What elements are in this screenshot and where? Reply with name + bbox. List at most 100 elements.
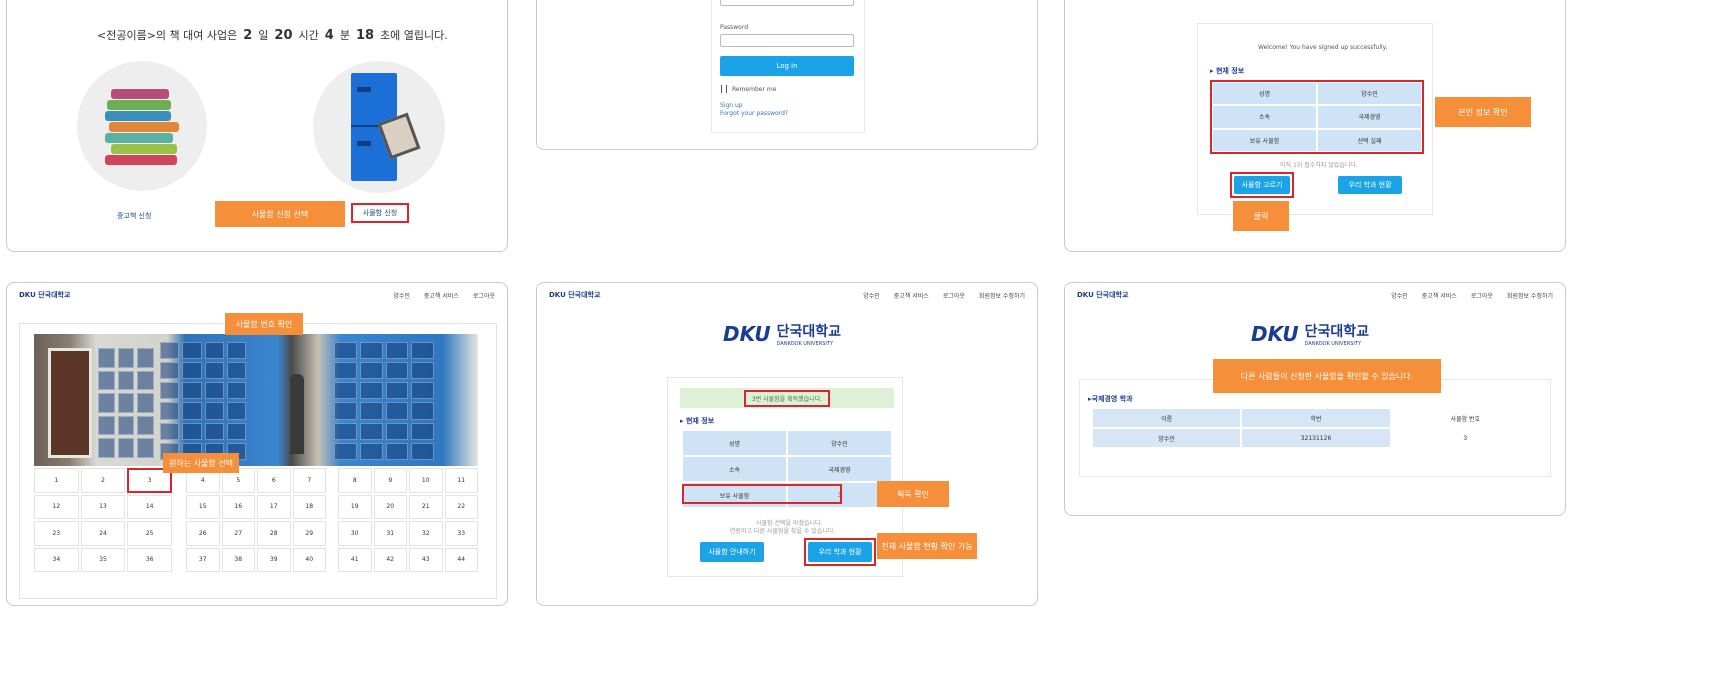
countdown-days: 2 xyxy=(243,28,253,43)
nav-books[interactable]: 중고책 서비스 xyxy=(1422,291,1457,300)
dept-status-button[interactable]: 우리 학과 현황 xyxy=(808,542,872,562)
login-button[interactable]: Log in xyxy=(720,56,854,76)
locker-button[interactable]: 7 xyxy=(292,468,326,493)
info-cell: 국제경영 xyxy=(787,456,892,482)
header-locker-number: 사물함 번호 xyxy=(1390,408,1540,428)
locker-button[interactable]: 27 xyxy=(221,521,255,546)
result-card: 3번 사물함을 획득했습니다. ▸ 현재 정보 성명 양수민 소속 국제경영 보… xyxy=(667,377,903,577)
welcome-message: Welcome! You have signed up successfully… xyxy=(1258,44,1388,51)
locker-button[interactable]: 28 xyxy=(257,521,291,546)
signup-link[interactable]: Sign up xyxy=(720,102,743,109)
locker-button[interactable]: 18 xyxy=(292,494,326,519)
locker-button[interactable]: 39 xyxy=(257,547,291,572)
locker-button[interactable]: 38 xyxy=(221,547,255,572)
nav-logout[interactable]: 로그아웃 xyxy=(943,291,965,300)
cell-student-id: 32131126 xyxy=(1241,428,1391,448)
locker-button[interactable]: 9 xyxy=(373,468,407,493)
nav-logout[interactable]: 로그아웃 xyxy=(473,291,495,300)
locker-board: 1 2 3 12 13 14 23 24 25 34 35 36 4 5 6 7… xyxy=(19,323,497,599)
locker-button[interactable]: 1 xyxy=(34,468,79,493)
locker-button[interactable]: 32 xyxy=(409,521,443,546)
status-table: 이름 학번 사물함 번호 양수민 32131126 3 xyxy=(1092,408,1540,448)
held-locker-outline xyxy=(682,484,842,504)
hours-unit: 시간 xyxy=(298,29,319,42)
locker-button[interactable]: 13 xyxy=(80,494,126,519)
alert-text: 3번 사물함을 획득했습니다. xyxy=(743,389,831,407)
locker-button[interactable]: 20 xyxy=(373,494,407,519)
locker-button[interactable]: 21 xyxy=(409,494,443,519)
locker-button[interactable]: 8 xyxy=(338,468,372,493)
locker-button[interactable]: 22 xyxy=(444,494,478,519)
locker-button[interactable]: 25 xyxy=(127,521,172,546)
callout-info-check: 본인 정보 확인 xyxy=(1435,97,1531,127)
locker-button[interactable]: 26 xyxy=(186,521,220,546)
section-title: ▸ 현재 정보 xyxy=(680,417,715,425)
email-field[interactable] xyxy=(720,0,854,6)
locker-button[interactable]: 24 xyxy=(80,521,126,546)
locker-button[interactable]: 11 xyxy=(444,468,478,493)
locker-button[interactable]: 34 xyxy=(34,547,79,572)
nav-user[interactable]: 양수민 xyxy=(863,291,880,300)
dept-status-button[interactable]: 우리 학과 현황 xyxy=(1338,176,1402,194)
password-field[interactable] xyxy=(720,34,854,47)
header-student-id: 학번 xyxy=(1241,408,1391,428)
nav-books[interactable]: 중고책 서비스 xyxy=(424,291,459,300)
locker-button[interactable]: 31 xyxy=(373,521,407,546)
locker-button[interactable]: 23 xyxy=(34,521,79,546)
nav-user[interactable]: 양수민 xyxy=(1391,291,1408,300)
locker-button[interactable]: 16 xyxy=(221,494,255,519)
panel-locker-acquired: DKU 단국대학교 양수민 중고책 서비스 로그아웃 회원정보 수정하기 DKU… xyxy=(536,282,1038,606)
info-cell: 소속 xyxy=(1212,105,1317,129)
nav-edit-profile[interactable]: 회원정보 수정하기 xyxy=(1507,291,1553,300)
status-note: 아직 1위 접수하지 않았습니다. xyxy=(1280,162,1358,169)
info-cell: 선택 실패 xyxy=(1317,128,1422,152)
brand-sub: DANKOOK UNIVERSITY xyxy=(776,341,833,347)
books-image[interactable] xyxy=(77,61,207,191)
pick-locker-button[interactable]: 사물함 고르기 xyxy=(1234,176,1290,194)
nav-edit-profile[interactable]: 회원정보 수정하기 xyxy=(979,291,1025,300)
locker-button[interactable]: 41 xyxy=(338,547,372,572)
locker-button[interactable]: 37 xyxy=(186,547,220,572)
locker-photo xyxy=(34,334,478,466)
lockers-middle xyxy=(160,342,246,460)
locker-button[interactable]: 29 xyxy=(292,521,326,546)
site-logo[interactable]: DKU 단국대학교 xyxy=(549,290,600,300)
locker-button[interactable]: 19 xyxy=(338,494,372,519)
nav-user[interactable]: 양수민 xyxy=(393,291,410,300)
locker-button[interactable]: 15 xyxy=(186,494,220,519)
university-brand: DKU 단국대학교 DANKOOK UNIVERSITY xyxy=(1251,321,1369,347)
locker-button[interactable]: 40 xyxy=(292,547,326,572)
locker-button[interactable]: 2 xyxy=(80,468,126,493)
days-unit: 일 xyxy=(258,29,269,42)
locker-button[interactable]: 44 xyxy=(444,547,478,572)
locker-button[interactable]: 6 xyxy=(257,468,291,493)
locker-apply-button[interactable]: 사물함 신청 xyxy=(351,203,409,223)
locker-button[interactable]: 35 xyxy=(80,547,126,572)
nav-logout[interactable]: 로그아웃 xyxy=(1471,291,1493,300)
login-card: Password Log in Remember me Sign up Forg… xyxy=(711,0,865,133)
locker-button[interactable]: 10 xyxy=(409,468,443,493)
callout-others: 다른 사람들이 신청한 사물함을 확인할 수 있습니다. xyxy=(1213,359,1441,393)
locker-buttons-a: 1 2 3 12 13 14 23 24 25 34 35 36 xyxy=(34,468,172,572)
locker-button[interactable]: 33 xyxy=(444,521,478,546)
cell-name: 양수민 xyxy=(1092,428,1242,448)
locker-button[interactable]: 12 xyxy=(34,494,79,519)
locker-button[interactable]: 17 xyxy=(257,494,291,519)
lockers-right xyxy=(334,342,434,460)
dept-title: ▸국제경영 학과 xyxy=(1088,395,1133,403)
locker-button[interactable]: 43 xyxy=(409,547,443,572)
locker-guide-button[interactable]: 사물함 안내하기 xyxy=(700,542,764,562)
book-label[interactable]: 중고책 신청 xyxy=(117,211,151,221)
locker-image[interactable] xyxy=(313,61,445,193)
remember-checkbox[interactable] xyxy=(721,85,727,93)
nav-books[interactable]: 중고책 서비스 xyxy=(894,291,929,300)
info-card: Welcome! You have signed up successfully… xyxy=(1197,23,1433,215)
locker-button[interactable]: 36 xyxy=(127,547,172,572)
locker-button[interactable]: 30 xyxy=(338,521,372,546)
site-logo[interactable]: DKU 단국대학교 xyxy=(19,290,70,300)
locker-button[interactable]: 14 xyxy=(127,494,172,519)
remember-label: Remember me xyxy=(732,86,777,93)
locker-button[interactable]: 42 xyxy=(373,547,407,572)
forgot-password-link[interactable]: Forgot your password? xyxy=(720,110,788,117)
site-logo[interactable]: DKU 단국대학교 xyxy=(1077,290,1128,300)
